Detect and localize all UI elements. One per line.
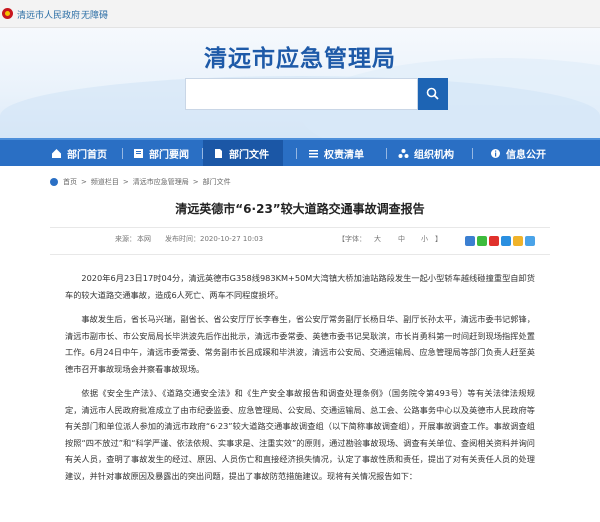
publish-date: 发布时间：2020-10-27 10:03 — [165, 235, 264, 243]
breadcrumb-bureau[interactable]: 清远市应急管理局 — [133, 177, 189, 187]
qzone-icon[interactable] — [513, 236, 523, 246]
article-title: 清远英德市“6·23”较大道路交通事故调查报告 — [175, 202, 425, 216]
org-icon — [398, 148, 409, 158]
font-medium-button[interactable]: 中 — [398, 234, 405, 244]
nav-item-organization[interactable]: 组织机构 — [398, 140, 454, 166]
list-icon — [309, 149, 318, 157]
source-label: 来源： — [115, 235, 136, 243]
main-nav: 部门首页 部门要闻 部门文件 权责清单 组织机构 信息公开 — [0, 138, 600, 166]
breadcrumb: 首页 > 频道栏目 > 清远市应急管理局 > 部门文件 — [50, 177, 235, 187]
search-icon — [426, 87, 439, 100]
font-size-label: 【字体： — [338, 235, 366, 243]
article-body: 2020年6月23日17时04分，清远英德市G358线983KM+50M大湾镇大… — [65, 270, 535, 492]
breadcrumb-channel[interactable]: 频道栏目 — [91, 177, 119, 187]
font-size-end: 】 — [435, 235, 442, 243]
share-plus-icon[interactable] — [465, 236, 475, 246]
tencent-weibo-icon[interactable] — [501, 236, 511, 246]
accessibility-link[interactable]: 无障碍 — [81, 8, 108, 21]
search-input[interactable] — [185, 78, 418, 110]
weibo-icon[interactable] — [489, 236, 499, 246]
paragraph: 2020年6月23日17时04分，清远英德市G358线983KM+50M大湾镇大… — [65, 273, 535, 300]
gov-home-link[interactable]: 清远市人民政府 — [17, 8, 80, 21]
nav-item-info[interactable]: 信息公开 — [490, 140, 546, 166]
site-banner: 清远市应急管理局 — [0, 28, 600, 138]
info-icon — [491, 148, 500, 158]
breadcrumb-home[interactable]: 首页 — [63, 177, 77, 187]
top-bar: 清远市人民政府 无障碍 — [0, 0, 600, 28]
font-small-button[interactable]: 小 — [421, 234, 428, 244]
home-icon — [52, 148, 61, 158]
nav-item-responsibility[interactable]: 权责清单 — [308, 140, 364, 166]
font-large-button[interactable]: 大 — [374, 234, 381, 244]
paragraph: 事故发生后，省长马兴瑞，副省长、省公安厅厅长李春生，省公安厅常务副厅长杨日华、副… — [65, 314, 535, 374]
breadcrumb-current[interactable]: 部门文件 — [203, 177, 231, 187]
document-icon — [215, 148, 222, 158]
qq-icon[interactable] — [525, 236, 535, 246]
paragraph: 依据《安全生产法》、《道路交通安全法》和《生产安全事故报告和调查处理条例》（国务… — [65, 388, 535, 481]
location-icon — [50, 178, 58, 186]
news-icon — [134, 148, 143, 158]
source-value: 本网 — [137, 235, 151, 243]
share-bar — [465, 236, 535, 246]
nav-item-home[interactable]: 部门首页 — [51, 140, 107, 166]
wechat-icon[interactable] — [477, 236, 487, 246]
nav-item-documents[interactable]: 部门文件 — [203, 140, 283, 166]
search-button[interactable] — [418, 78, 448, 110]
site-title: 清远市应急管理局 — [204, 46, 396, 72]
gov-emblem-icon — [2, 8, 13, 19]
nav-item-news[interactable]: 部门要闻 — [133, 140, 189, 166]
